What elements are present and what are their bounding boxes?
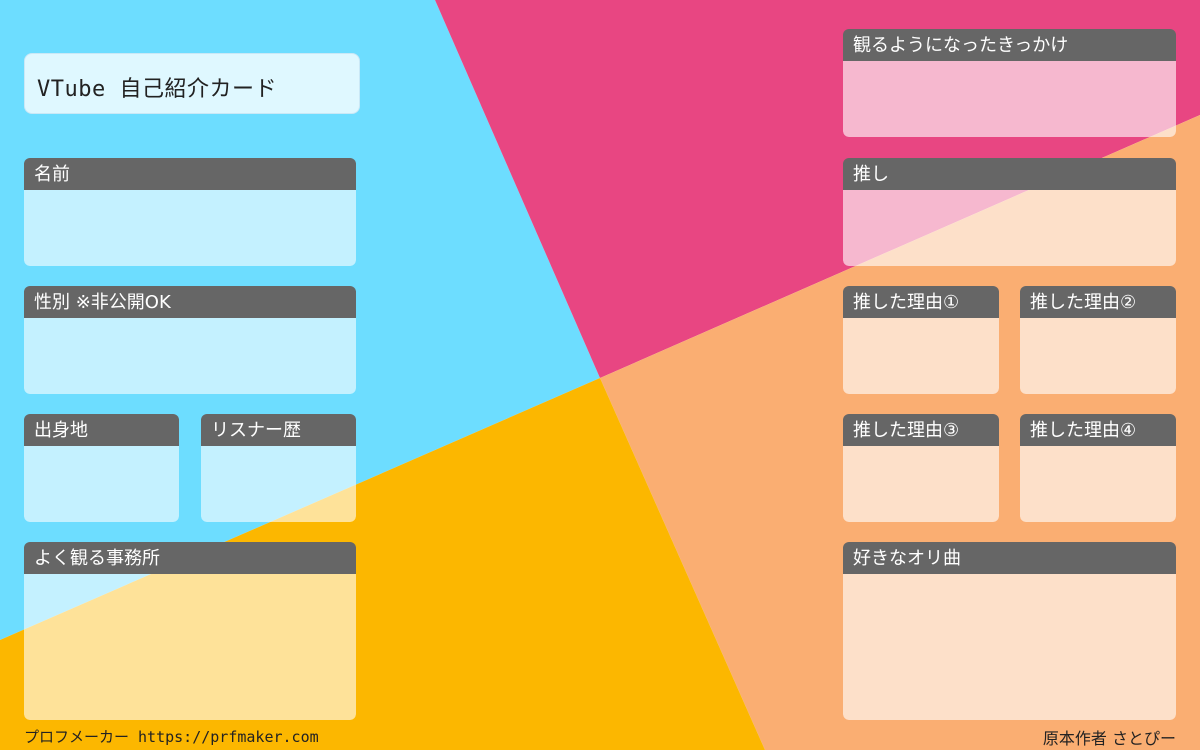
- field-reason-1-input[interactable]: [843, 318, 999, 394]
- footer-credit-link[interactable]: プロフメーカー https://prfmaker.com: [24, 726, 319, 747]
- field-hometown[interactable]: 出身地: [24, 414, 179, 522]
- field-reason-3[interactable]: 推した理由③: [843, 414, 999, 522]
- field-listener-history[interactable]: リスナー歴: [201, 414, 356, 522]
- field-reason-1-label: 推した理由①: [843, 286, 999, 318]
- field-gender-label: 性別 ※非公開OK: [24, 286, 356, 318]
- field-reason-4-input[interactable]: [1020, 446, 1176, 522]
- field-oshi-label: 推し: [843, 158, 1176, 190]
- field-reason-3-input[interactable]: [843, 446, 999, 522]
- field-hometown-input[interactable]: [24, 446, 179, 522]
- field-agency[interactable]: よく観る事務所: [24, 542, 356, 720]
- field-trigger-input[interactable]: [843, 61, 1176, 137]
- footer-original-author: 原本作者 さとぴー: [1042, 729, 1176, 748]
- field-hometown-label: 出身地: [24, 414, 179, 446]
- field-reason-2[interactable]: 推した理由②: [1020, 286, 1176, 394]
- title-card: VTube 自己紹介カード: [24, 53, 360, 114]
- field-favorite-song[interactable]: 好きなオリ曲: [843, 542, 1176, 720]
- field-oshi-input[interactable]: [843, 190, 1176, 266]
- field-trigger[interactable]: 観るようになったきっかけ: [843, 29, 1176, 137]
- field-agency-label: よく観る事務所: [24, 542, 356, 574]
- field-reason-3-label: 推した理由③: [843, 414, 999, 446]
- field-reason-2-label: 推した理由②: [1020, 286, 1176, 318]
- field-favorite-song-input[interactable]: [843, 574, 1176, 720]
- field-trigger-label: 観るようになったきっかけ: [843, 29, 1176, 61]
- field-gender-input[interactable]: [24, 318, 356, 394]
- field-reason-2-input[interactable]: [1020, 318, 1176, 394]
- field-name-label: 名前: [24, 158, 356, 190]
- field-agency-input[interactable]: [24, 574, 356, 720]
- field-reason-4-label: 推した理由④: [1020, 414, 1176, 446]
- field-favorite-song-label: 好きなオリ曲: [843, 542, 1176, 574]
- field-name-input[interactable]: [24, 190, 356, 266]
- field-listener-history-input[interactable]: [201, 446, 356, 522]
- field-reason-1[interactable]: 推した理由①: [843, 286, 999, 394]
- field-gender[interactable]: 性別 ※非公開OK: [24, 286, 356, 394]
- field-listener-history-label: リスナー歴: [201, 414, 356, 446]
- field-name[interactable]: 名前: [24, 158, 356, 266]
- field-oshi[interactable]: 推し: [843, 158, 1176, 266]
- page-title: VTube 自己紹介カード: [37, 77, 277, 102]
- field-reason-4[interactable]: 推した理由④: [1020, 414, 1176, 522]
